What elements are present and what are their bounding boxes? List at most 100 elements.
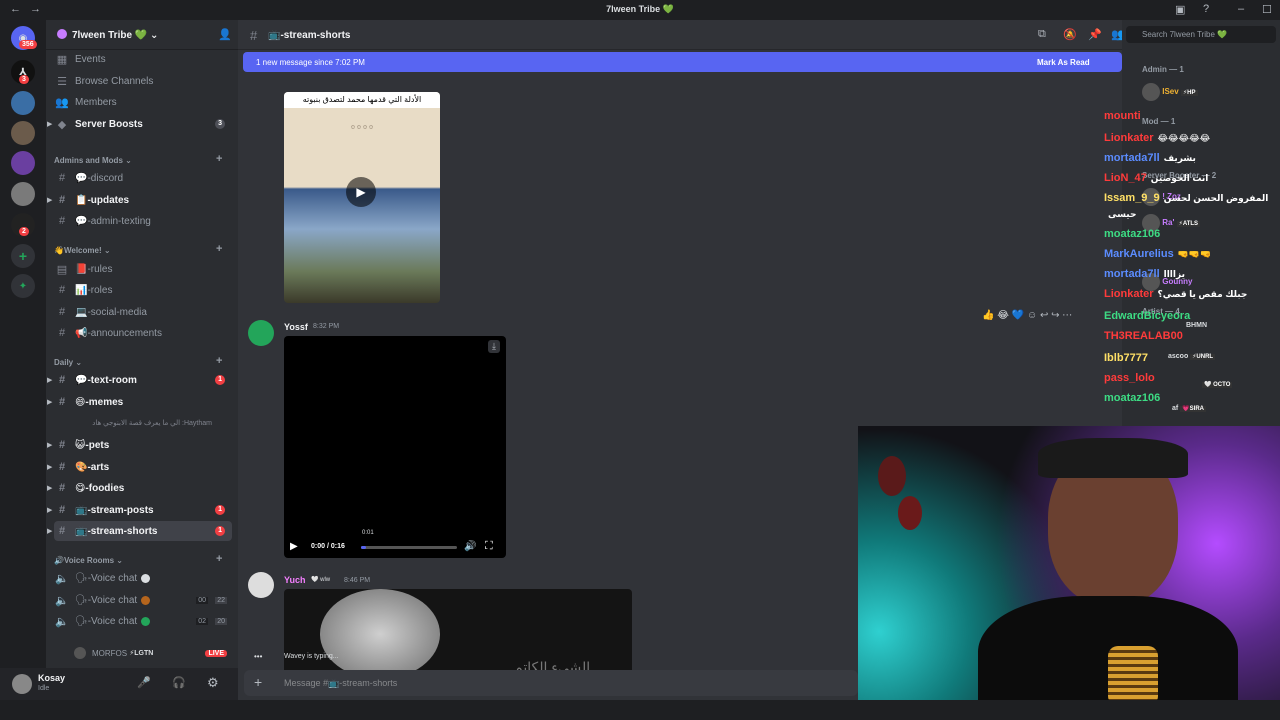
avatar [74,647,86,659]
avatar[interactable] [248,572,274,598]
voice-channel-3[interactable]: 🔈 🗣-Voice chat 02 20 [54,611,232,631]
server-avatar-icon [57,29,67,39]
server-icon[interactable] [11,91,35,115]
voice-user-morfos[interactable]: MORFOS ⚡LGTN LIVE [74,643,232,663]
mark-as-read-button[interactable]: Mark As Read [1037,58,1090,67]
category-daily[interactable]: Daily ⌄ + [54,355,222,367]
explore-compass-icon[interactable]: ✦ [11,274,35,298]
chat-username: mounti [1104,110,1141,122]
download-icon[interactable]: ⤓ [488,340,500,353]
message-author[interactable]: Yuch [284,575,306,585]
window-title-text: 7lween Tribe [606,4,661,14]
decor-object [898,496,922,530]
chat-username: MarkAurelius [1104,248,1174,260]
avatar[interactable] [248,320,274,346]
channel-updates[interactable]: ▶ # 📋-updates [47,190,232,210]
channel-text-room[interactable]: ▶ # 💬-text-room 1 [47,370,232,390]
add-channel-icon[interactable]: + [216,553,222,565]
message-author[interactable]: Yossf [284,322,308,332]
add-channel-icon[interactable]: + [216,153,222,165]
channel-stream-posts[interactable]: ▶ # 📺-stream-posts 1 [47,500,232,520]
chevron-right-icon: ▶ [47,442,53,449]
category-voice-rooms[interactable]: 🔊Voice Rooms ⌄ + [54,553,222,565]
reaction-heart-icon[interactable]: 💙 [1012,310,1024,321]
new-messages-banner[interactable]: 1 new message since 7:02 PM Mark As Read [243,52,1122,72]
channel-stream-shorts[interactable]: ▶ # 📺-stream-shorts 1 [47,521,232,541]
voice-user-name: MORFOS [92,648,128,658]
reply-icon[interactable]: ↩ [1040,310,1048,321]
invite-people-icon[interactable]: 👤 [218,28,232,41]
add-attachment-icon[interactable]: + [254,674,262,690]
reaction-thumbs-up-icon[interactable]: 👍 [982,310,994,321]
play-button-icon[interactable]: ▶ [290,541,298,552]
headphones-icon[interactable]: 🎧 [172,676,186,689]
channel-admin-texting[interactable]: # 💬-admin-texting [54,211,232,231]
forward-icon[interactable]: ↪ [1051,310,1059,321]
add-channel-icon[interactable]: + [216,243,222,255]
more-options-icon[interactable]: ⋯ [1062,310,1072,321]
notifications-bell-icon[interactable]: 🔕 [1063,28,1077,41]
reaction-laugh-icon[interactable]: 😂 [997,310,1009,321]
microphone-icon[interactable]: 🎤 [137,676,151,689]
channel-social-media[interactable]: # 💻-social-media [54,302,232,322]
play-icon[interactable]: ▶ [346,177,376,207]
channel-pets[interactable]: ▶ # 😺-pets [47,435,232,455]
category-admins[interactable]: Admins and Mods ⌄ + [54,153,222,165]
image-attachment[interactable]: الأدلة التي قدمها محمد لتصدق بنبوته ۞ ۞ … [284,92,440,303]
stream-chat-line: mounti [1104,110,1145,122]
chevron-right-icon: ▶ [47,528,53,535]
minimize-icon[interactable]: – [1238,3,1244,15]
nav-browse-channels[interactable]: ☰ Browse Channels [54,71,232,91]
channel-discord[interactable]: # 💬-discord [54,168,232,188]
channel-foodies[interactable]: ▶ # 😋-foodies [47,478,232,498]
maximize-icon[interactable]: ☐ [1262,3,1272,16]
voice-count: 00 [196,596,208,604]
server-icon[interactable] [11,121,35,145]
user-tag: 🤍 wlw [311,577,331,583]
threads-icon[interactable]: ⧉ [1038,28,1046,41]
nav-members[interactable]: 👥 Members [54,92,232,112]
chat-message: المفروض الحسن لحسن [1163,193,1269,203]
video-attachment[interactable]: الشيء الكاتم [284,589,632,677]
channel-arts[interactable]: ▶ # 🎨-arts [47,457,232,477]
chat-username: moataz106 [1104,392,1161,404]
member-item[interactable]: ISev ⚡HP [1142,83,1198,101]
inbox-icon[interactable]: ▣ [1175,3,1185,16]
message-composer[interactable]: + Message #📺-stream-shorts [244,670,858,696]
video-player[interactable]: ⤓ 0:01 ▶ 0:00 / 0:16 🔊 ⛶ [284,336,506,558]
settings-gear-icon[interactable]: ⚙ [207,675,219,691]
add-channel-icon[interactable]: + [216,355,222,367]
channel-label: 🎨-arts [75,461,110,473]
image-caption: الأدلة التي قدمها محمد لتصدق بنبوته [284,92,440,108]
server-icon[interactable] [11,151,35,175]
hash-icon: # [250,28,258,43]
chat-username: Issam_9_9 [1104,192,1160,204]
nav-server-boosts[interactable]: ▶ ◆ Server Boosts 3 [47,114,232,134]
add-reaction-icon[interactable]: ☺ [1027,310,1037,321]
video-progress-track[interactable] [361,546,457,549]
category-welcome[interactable]: 👋Welcome! ⌄ + [54,243,222,255]
typing-indicator: Wavey is typing... [284,653,339,660]
channel-announcements[interactable]: # 📢-announcements [54,323,232,343]
message-input[interactable]: Message #📺-stream-shorts [284,678,397,689]
fullscreen-icon[interactable]: ⛶ [485,540,493,553]
chat-username: TH3REALAB00 [1104,330,1183,342]
voice-channel-1[interactable]: 🔈 🗣-Voice chat [54,568,232,588]
channel-memes[interactable]: ▶ # 😄-memes [47,392,232,412]
help-icon[interactable]: ? [1203,3,1209,15]
server-header[interactable]: 7lween Tribe 💚 ⌄ 👤 [46,20,238,50]
unread-badge: 1 [215,505,225,515]
pinned-messages-icon[interactable]: 📌 [1088,28,1102,41]
volume-icon[interactable]: 🔊 [464,541,476,552]
add-server-icon[interactable]: + [11,244,35,268]
server-icon[interactable] [11,182,35,206]
video-progress-fill [361,546,366,549]
avatar[interactable] [12,674,32,694]
hash-icon: # [58,327,66,339]
channel-roles[interactable]: # 📊-roles [54,280,232,300]
channel-sidebar: 7lween Tribe 💚 ⌄ 👤 ▦ Events ☰ Browse Chann… [46,20,238,668]
search-input[interactable]: Search 7lween Tribe 💚 [1126,26,1276,43]
voice-channel-2[interactable]: 🔈 🗣-Voice chat 00 22 [54,590,232,610]
nav-events[interactable]: ▦ Events [54,49,232,69]
channel-rules[interactable]: ▤ 📕-rules [54,259,232,279]
